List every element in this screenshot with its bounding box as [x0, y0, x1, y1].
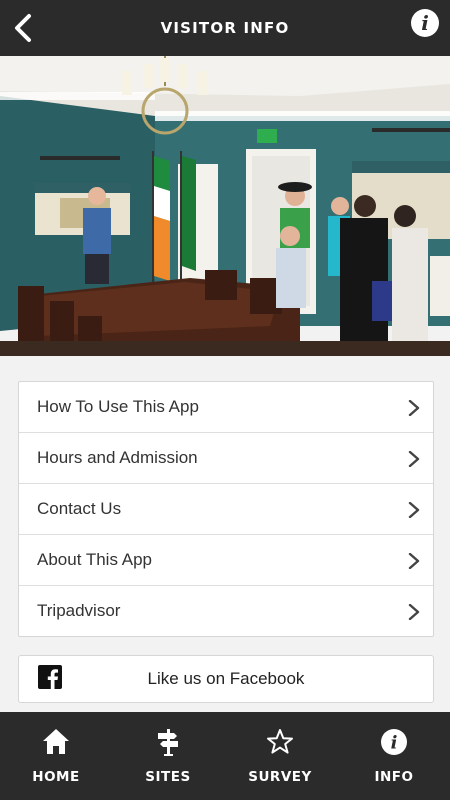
page-title: VISITOR INFO: [160, 19, 290, 37]
signpost-icon: [158, 729, 178, 756]
chevron-right-icon: [408, 553, 420, 569]
info-icon[interactable]: i: [411, 9, 439, 37]
menu-item-hours-admission[interactable]: Hours and Admission: [19, 433, 433, 484]
facebook-like-button[interactable]: Like us on Facebook: [18, 655, 434, 703]
bottom-tab-bar: HOME SITES SURVEY i INFO: [0, 712, 450, 800]
top-app-bar: VISITOR INFO i: [0, 0, 450, 56]
info-icon: i: [381, 729, 407, 755]
chevron-right-icon: [408, 502, 420, 518]
facebook-like-label: Like us on Facebook: [147, 669, 305, 688]
tab-sites[interactable]: SITES: [112, 712, 224, 800]
menu-item-label: Contact Us: [37, 499, 122, 518]
hero-photo-illustration: [0, 56, 450, 356]
star-icon: [267, 729, 293, 754]
menu-item-label: About This App: [37, 550, 152, 569]
menu-item-about-app[interactable]: About This App: [19, 535, 433, 586]
menu-item-label: Tripadvisor: [37, 601, 121, 620]
tab-info[interactable]: i INFO: [338, 712, 450, 800]
tab-label: SITES: [145, 769, 191, 785]
home-icon: [43, 729, 69, 754]
menu-item-label: How To Use This App: [37, 397, 199, 416]
tab-label: INFO: [374, 769, 414, 785]
chevron-right-icon: [408, 451, 420, 467]
chevron-right-icon: [408, 400, 420, 416]
menu-item-tripadvisor[interactable]: Tripadvisor: [19, 586, 433, 636]
visitor-info-menu: How To Use This App Hours and Admission …: [18, 381, 434, 637]
hero-photo: [0, 56, 450, 356]
chevron-right-icon: [408, 604, 420, 620]
menu-item-label: Hours and Admission: [37, 448, 198, 467]
menu-item-contact-us[interactable]: Contact Us: [19, 484, 433, 535]
tab-home[interactable]: HOME: [0, 712, 112, 800]
menu-item-how-to-use[interactable]: How To Use This App: [19, 382, 433, 433]
tab-label: SURVEY: [248, 769, 312, 785]
svg-text:i: i: [391, 733, 398, 754]
tab-survey[interactable]: SURVEY: [224, 712, 336, 800]
tab-label: HOME: [32, 769, 80, 785]
